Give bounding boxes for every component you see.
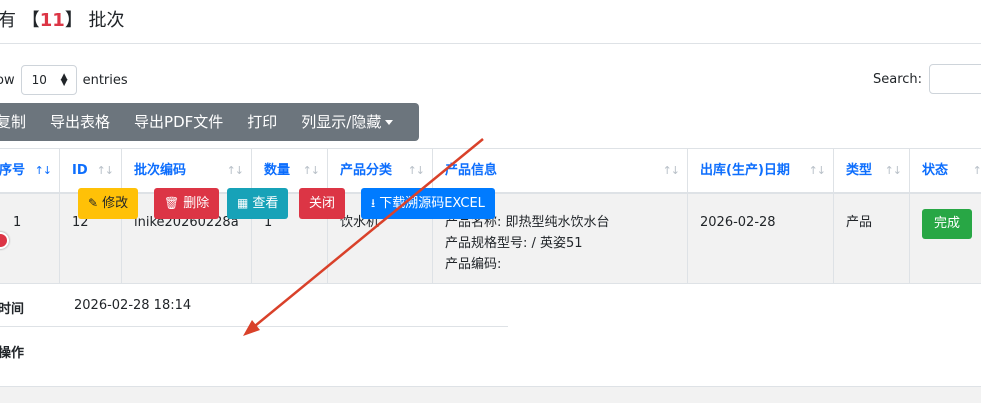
search-label: Search: bbox=[873, 71, 923, 87]
column-visibility-label: 列显示/隐藏 bbox=[301, 113, 382, 131]
view-button-label: 查看 bbox=[252, 196, 279, 211]
entries-label: entries bbox=[82, 72, 128, 88]
view-button[interactable]: ▦ 查看 bbox=[227, 188, 289, 219]
export-pdf-button[interactable]: 导出PDF文件 bbox=[122, 103, 235, 141]
sort-icon: ↑↓ bbox=[662, 164, 680, 177]
trash-icon: 🗑 bbox=[164, 196, 180, 210]
sort-icon: ↑↓ bbox=[972, 164, 981, 177]
sort-icon: ↑↓ bbox=[884, 164, 902, 177]
entries-select[interactable]: 10 ▲ ▼ bbox=[20, 65, 77, 95]
delete-button[interactable]: 🗑 删除 bbox=[154, 188, 220, 219]
col-header-index[interactable]: 序号 ↑↓ bbox=[0, 149, 59, 193]
col-header-date-label: 出库(生产)日期 bbox=[700, 163, 790, 178]
search-input[interactable] bbox=[929, 64, 981, 94]
length-menu: ow 10 ▲▼ entries bbox=[0, 65, 128, 95]
sort-icon: ↑↓ bbox=[96, 164, 114, 177]
col-header-index-label: 序号 bbox=[0, 163, 26, 178]
page-title: 有 【11】 批次 bbox=[0, 9, 125, 33]
title-suffix: 批次 bbox=[82, 10, 125, 31]
edit-button-label: 修改 bbox=[102, 196, 129, 211]
edit-icon: ✎ bbox=[88, 196, 99, 210]
search-box: Search: bbox=[873, 64, 981, 94]
title-prefix: 有 bbox=[0, 10, 22, 31]
info-product-model: 产品规格型号: / 英姿51 bbox=[445, 236, 583, 251]
show-label: ow bbox=[0, 72, 15, 88]
select-arrows-icon: ▲ ▼ bbox=[60, 72, 68, 88]
title-bracket-open: 【 bbox=[21, 10, 40, 31]
col-header-date[interactable]: 出库(生产)日期 ↑↓ bbox=[687, 149, 833, 193]
column-visibility-button[interactable]: 列显示/隐藏 bbox=[289, 103, 405, 141]
col-header-category[interactable]: 产品分类 ↑↓ bbox=[327, 149, 432, 193]
col-header-status-label: 状态 bbox=[922, 163, 949, 178]
sort-asc-icon: ↑↓ bbox=[34, 164, 52, 177]
entries-select-value: 10 bbox=[31, 73, 47, 87]
title-bar: 有 【11】 批次 bbox=[0, 0, 981, 44]
col-header-type[interactable]: 类型 ↑↓ bbox=[833, 149, 909, 193]
col-header-batch-code[interactable]: 批次编码 ↑↓ bbox=[121, 149, 251, 193]
sort-icon: ↑↓ bbox=[226, 164, 244, 177]
cell-date: 2026-02-28 bbox=[687, 194, 833, 283]
sort-icon: ↑↓ bbox=[407, 164, 425, 177]
title-bracket-close: 】 bbox=[64, 10, 83, 31]
next-row-strip bbox=[0, 386, 981, 403]
download-icon: ⭳ bbox=[371, 196, 376, 210]
delete-button-label: 删除 bbox=[183, 196, 210, 211]
cell-type: 产品 bbox=[833, 194, 909, 283]
col-header-category-label: 产品分类 bbox=[340, 163, 393, 178]
col-header-type-label: 类型 bbox=[846, 163, 873, 178]
cell-index: 1 bbox=[0, 194, 59, 283]
edit-button[interactable]: ✎ 修改 bbox=[78, 188, 139, 219]
details-divider bbox=[0, 326, 508, 327]
close-button[interactable]: 关闭 bbox=[299, 188, 346, 219]
col-header-info[interactable]: 产品信息 ↑↓ bbox=[432, 149, 687, 193]
export-button-group: 复制 导出表格 导出PDF文件 打印 列显示/隐藏 bbox=[0, 103, 420, 141]
col-header-quantity[interactable]: 数量 ↑↓ bbox=[251, 149, 327, 193]
col-header-quantity-label: 数量 bbox=[264, 163, 291, 178]
export-excel-button[interactable]: 导出表格 bbox=[38, 103, 122, 141]
cell-status: 完成 bbox=[909, 194, 981, 283]
download-excel-button[interactable]: ⭳ 下载溯源码EXCEL bbox=[361, 188, 495, 219]
sort-icon: ↑↓ bbox=[808, 164, 826, 177]
batch-count: 11 bbox=[39, 10, 65, 31]
operations-label: 操作 bbox=[0, 346, 25, 361]
cell-index-value: 1 bbox=[13, 215, 22, 230]
download-excel-button-label: 下载溯源码EXCEL bbox=[379, 196, 485, 211]
col-header-batch-code-label: 批次编码 bbox=[134, 163, 187, 178]
col-header-id-label: ID bbox=[72, 163, 88, 178]
status-badge: 完成 bbox=[922, 209, 973, 239]
close-button-label: 关闭 bbox=[309, 196, 336, 211]
print-button[interactable]: 打印 bbox=[235, 103, 289, 141]
time-label: 时间 bbox=[0, 302, 25, 317]
col-header-id[interactable]: ID ↑↓ bbox=[59, 149, 121, 193]
caret-down-icon bbox=[385, 120, 394, 125]
expand-toggle-icon[interactable] bbox=[0, 232, 9, 249]
time-value: 2026-02-28 18:14 bbox=[74, 298, 192, 313]
qrcode-icon: ▦ bbox=[237, 196, 249, 210]
copy-button[interactable]: 复制 bbox=[0, 103, 38, 141]
col-header-status[interactable]: 状态 ↑↓ bbox=[909, 149, 981, 193]
col-header-info-label: 产品信息 bbox=[445, 163, 498, 178]
row-details: 时间 2026-02-28 18:14 操作 bbox=[0, 284, 981, 396]
sort-icon: ↑↓ bbox=[302, 164, 320, 177]
info-product-code: 产品编码: bbox=[445, 257, 502, 272]
